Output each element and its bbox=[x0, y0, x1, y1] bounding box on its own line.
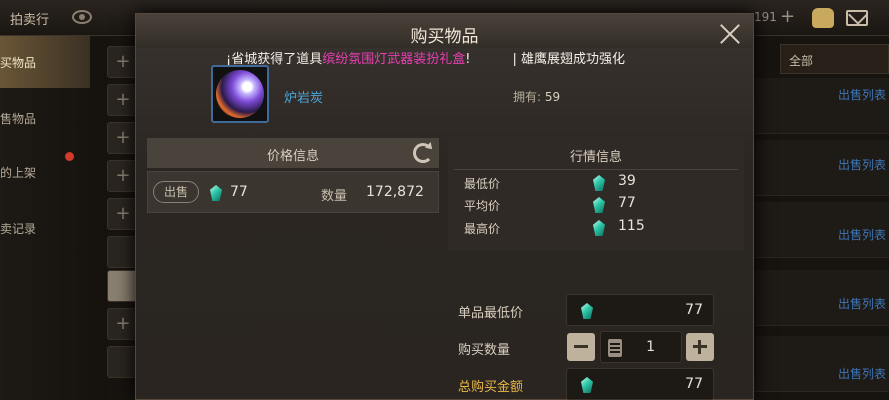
eye-icon[interactable] bbox=[72, 10, 92, 24]
owned-label: 拥有: bbox=[513, 90, 542, 104]
price-info-header: 价格信息 bbox=[147, 138, 439, 168]
qty-input[interactable]: 1 bbox=[600, 331, 682, 363]
sidebar-item-sell[interactable]: 售物品 bbox=[0, 92, 90, 144]
total-label: 总购买金额 bbox=[458, 380, 524, 395]
unit-price-label: 单品最低价 bbox=[458, 306, 524, 321]
avg-price-value: 77 bbox=[618, 195, 636, 211]
marquee-prefix: ¡省城获得了道具 bbox=[226, 52, 323, 66]
min-price-label: 最低价 bbox=[464, 177, 501, 191]
broadcast-marquee: ¡省城获得了道具缤纷氛围灯武器装扮礼盒! | 雄鹰展翅成功强化 bbox=[226, 48, 666, 66]
sell-list-link[interactable]: 出售列表 bbox=[838, 295, 886, 312]
plus-icon-v bbox=[698, 340, 701, 354]
market-info-title: 行情信息 bbox=[569, 150, 622, 165]
diamond-currency-icon bbox=[593, 175, 605, 191]
notification-dot bbox=[65, 152, 74, 161]
diamond-currency-icon bbox=[593, 220, 605, 236]
item-name: 炉岩炭 bbox=[284, 91, 324, 106]
mail-icon[interactable] bbox=[846, 10, 868, 26]
qty-label: 购买数量 bbox=[458, 343, 511, 358]
diamond-currency-icon bbox=[581, 377, 593, 393]
unit-price-field: 77 bbox=[566, 294, 714, 326]
owned-count: 拥有: 59 bbox=[513, 88, 560, 105]
auction-title: 拍卖行 bbox=[10, 13, 50, 28]
listing-price: 77 bbox=[230, 184, 248, 200]
divider bbox=[454, 169, 738, 170]
add-icon[interactable]: + bbox=[780, 6, 795, 27]
calculator-icon[interactable] bbox=[608, 339, 622, 357]
sell-list-link[interactable]: 出售列表 bbox=[838, 156, 886, 173]
refresh-icon[interactable] bbox=[413, 143, 433, 163]
sidebar-item-records[interactable]: 卖记录 bbox=[0, 202, 90, 254]
bg-list-row bbox=[754, 336, 889, 392]
listing-row[interactable]: 出售 77 数量 172,872 bbox=[147, 171, 439, 213]
diamond-currency-icon bbox=[593, 197, 605, 213]
marquee-second: | 雄鹰展翅成功强化 bbox=[512, 52, 625, 66]
dialog-title: 购买物品 bbox=[410, 27, 479, 47]
unit-price-value: 77 bbox=[685, 302, 703, 318]
total-value: 77 bbox=[685, 376, 703, 392]
listing-qty: 172,872 bbox=[366, 184, 424, 200]
market-info-panel: 行情信息 最低价 39 平均价 77 最高价 115 bbox=[448, 138, 744, 250]
owned-value: 59 bbox=[544, 90, 561, 104]
listing-qty-label: 数量 bbox=[321, 189, 348, 204]
increase-button[interactable] bbox=[686, 333, 714, 361]
filter-dropdown[interactable]: 全部 bbox=[780, 44, 889, 74]
decrease-button[interactable] bbox=[567, 333, 595, 361]
max-price-value: 115 bbox=[618, 218, 645, 234]
minus-icon bbox=[574, 345, 588, 348]
bag-icon[interactable] bbox=[812, 8, 834, 28]
qty-value: 1 bbox=[646, 339, 655, 355]
sidebar-item-buy[interactable]: 买物品 bbox=[0, 36, 90, 88]
close-icon[interactable] bbox=[718, 22, 742, 46]
item-orb-image bbox=[216, 70, 264, 118]
diamond-currency-icon bbox=[210, 185, 222, 201]
purchase-dialog: 购买物品 ¡省城获得了道具缤纷氛围灯武器装扮礼盒! | 雄鹰展翅成功强化 炉岩炭 … bbox=[135, 13, 754, 400]
sidebar-item-listed[interactable]: 的上架 bbox=[0, 146, 90, 198]
player-id-text: 191 bbox=[754, 10, 777, 24]
max-price-label: 最高价 bbox=[464, 222, 501, 236]
sell-list-link[interactable]: 出售列表 bbox=[838, 226, 886, 243]
price-info-title: 价格信息 bbox=[266, 149, 319, 164]
sell-list-link[interactable]: 出售列表 bbox=[838, 365, 886, 382]
diamond-currency-icon bbox=[581, 303, 593, 319]
sell-list-link[interactable]: 出售列表 bbox=[838, 86, 886, 103]
marquee-item-name: 缤纷氛围灯武器装扮礼盒 bbox=[322, 52, 466, 66]
min-price-value: 39 bbox=[618, 173, 636, 189]
total-field: 77 bbox=[566, 368, 714, 400]
avg-price-label: 平均价 bbox=[464, 199, 501, 213]
marquee-suffix: ! bbox=[465, 52, 471, 66]
item-icon[interactable] bbox=[211, 65, 269, 123]
sell-badge: 出售 bbox=[153, 181, 199, 203]
